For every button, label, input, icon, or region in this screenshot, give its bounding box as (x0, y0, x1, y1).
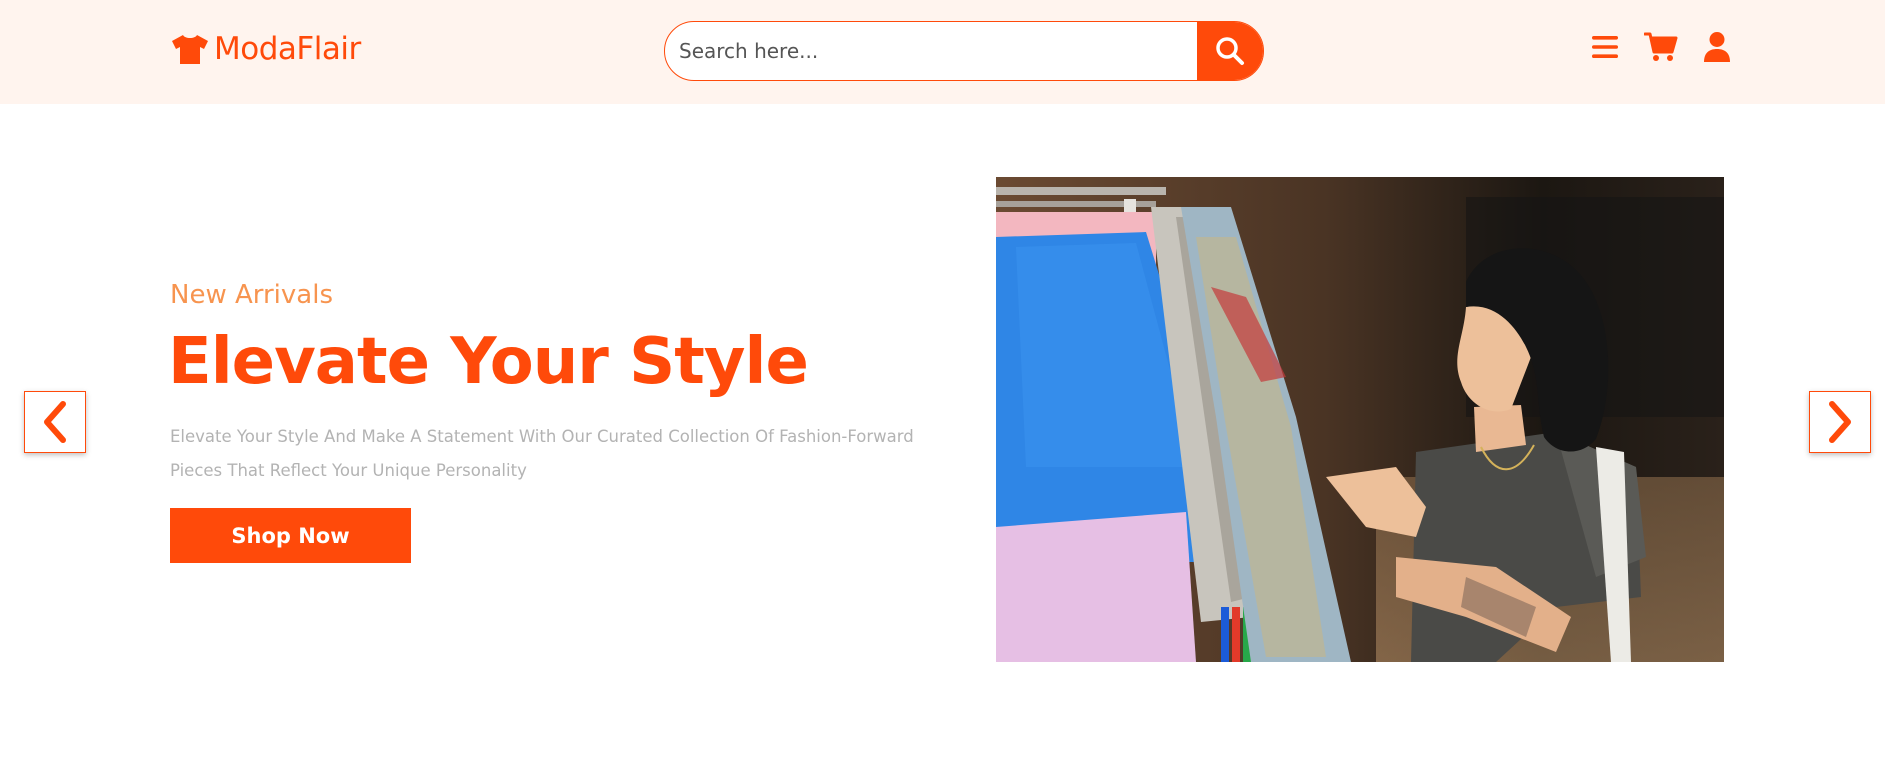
brand-name: ModaFlair (214, 31, 361, 67)
menu-button[interactable] (1588, 30, 1622, 64)
menu-icon (1592, 36, 1618, 58)
chevron-left-icon (44, 401, 66, 443)
tshirt-icon (172, 35, 208, 64)
cart-icon (1644, 32, 1678, 61)
brand-logo[interactable]: ModaFlair (170, 31, 361, 67)
cart-button[interactable] (1644, 30, 1678, 64)
search-input[interactable] (665, 22, 1197, 80)
search-icon (1216, 37, 1244, 65)
shopper-browsing-clothes-image (996, 177, 1724, 662)
hero-image (996, 177, 1724, 662)
carousel-prev-button[interactable] (24, 391, 86, 453)
site-header: ModaFlair (0, 0, 1885, 104)
hero-title: Elevate Your Style (168, 325, 809, 399)
search-bar (664, 21, 1264, 81)
shop-now-button[interactable]: Shop Now (170, 508, 411, 563)
account-button[interactable] (1700, 30, 1734, 64)
carousel-next-button[interactable] (1809, 391, 1871, 453)
user-icon (1704, 32, 1730, 62)
chevron-right-icon (1829, 401, 1851, 443)
hero-description: Elevate Your Style And Make A Statement … (170, 427, 914, 480)
search-button[interactable] (1197, 22, 1263, 80)
header-actions (1588, 30, 1734, 64)
hero-subtitle: New Arrivals (170, 280, 333, 310)
